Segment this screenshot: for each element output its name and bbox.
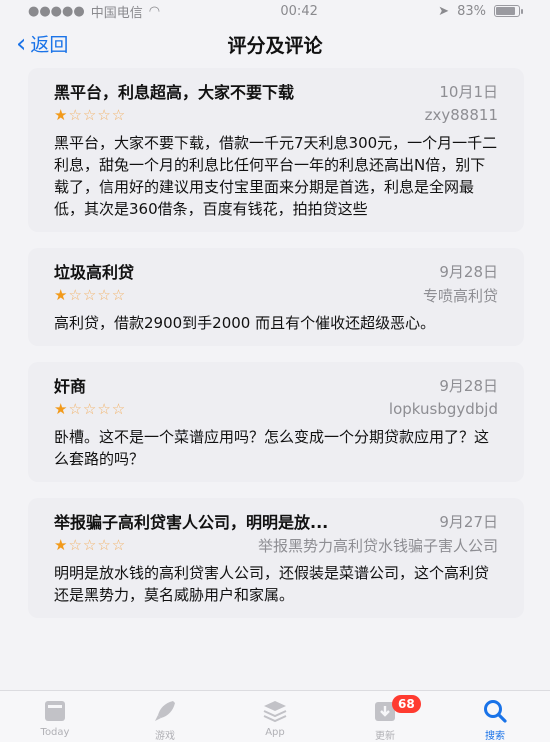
rocket-icon (155, 701, 175, 721)
review-date: 9月28日 (439, 262, 498, 281)
tab-updates[interactable]: 68 更新 (340, 695, 430, 742)
wifi-icon: ◠ (148, 3, 161, 19)
status-bar: ●●●●● 中国电信 ◠ 00:42 ➤ 83% (0, 0, 550, 22)
review-author: zxy88811 (424, 106, 498, 124)
star-filled-icon: ★ (54, 286, 69, 304)
review-date: 9月28日 (439, 376, 498, 395)
chevron-left-icon: ‹ (16, 28, 27, 59)
battery-percent: 83% (457, 3, 486, 19)
location-icon: ➤ (438, 3, 450, 19)
review-title: 奸商 (54, 377, 87, 396)
star-empty-icon: ☆☆☆☆ (68, 106, 127, 124)
star-empty-icon: ☆☆☆☆ (68, 536, 127, 554)
review-card[interactable]: 奸商 9月28日 ★☆☆☆☆ lopkusbgydbjd 卧槽。这不是一个菜谱应… (28, 362, 524, 482)
time-label: 00:42 (280, 3, 318, 19)
status-right: ➤ 83% (438, 3, 523, 19)
tab-label: Today (40, 727, 70, 738)
star-filled-icon: ★ (54, 400, 69, 418)
review-card[interactable]: 垃圾高利贷 9月28日 ★☆☆☆☆ 专喷高利贷 高利贷，借款2900到手2000… (28, 248, 524, 346)
review-title: 垃圾高利贷 (54, 263, 135, 282)
signal-icon: ●●●●● (28, 3, 85, 19)
nav-bar: ‹ 返回 评分及评论 (0, 22, 550, 66)
review-title: 黑平台，利息超高，大家不要下载 (54, 83, 295, 102)
review-card[interactable]: 黑平台，利息超高，大家不要下载 10月1日 ★☆☆☆☆ zxy88811 黑平台… (28, 68, 524, 232)
review-author: 专喷高利贷 (422, 286, 498, 305)
review-title: 举报骗子高利贷害人公司，明明是放... (54, 513, 329, 532)
star-empty-icon: ☆☆☆☆ (68, 286, 127, 304)
status-left: ●●●●● 中国电信 ◠ (28, 2, 160, 21)
review-body: 明明是放水钱的高利贷害人公司，还假装是菜谱公司，这个高利贷还是黑势力，莫名威胁用… (54, 564, 490, 604)
review-author: lopkusbgydbjd (388, 400, 498, 418)
page-title: 评分及评论 (227, 34, 323, 57)
star-rating: ★☆☆☆☆ (54, 286, 126, 304)
star-filled-icon: ★ (54, 536, 69, 554)
tab-label: 搜索 (485, 731, 505, 742)
review-list: 黑平台，利息超高，大家不要下载 10月1日 ★☆☆☆☆ zxy88811 黑平台… (28, 68, 524, 634)
tab-bar: Today 游戏 App 68 更新 搜索 (0, 690, 550, 742)
tab-label: App (265, 727, 285, 738)
back-button[interactable]: ‹ 返回 (16, 30, 68, 57)
star-rating: ★☆☆☆☆ (54, 536, 126, 554)
star-rating: ★☆☆☆☆ (54, 106, 126, 124)
star-empty-icon: ☆☆☆☆ (68, 400, 127, 418)
battery-icon (493, 5, 523, 17)
star-filled-icon: ★ (54, 106, 69, 124)
carrier-label: 中国电信 (90, 5, 143, 21)
updates-badge: 68 (392, 695, 421, 713)
tab-today[interactable]: Today (10, 697, 100, 738)
app-frame: ●●●●● 中国电信 ◠ 00:42 ➤ 83% ‹ 返回 评分及评论 黑平台，… (0, 0, 550, 742)
review-card[interactable]: 举报骗子高利贷害人公司，明明是放... 9月27日 ★☆☆☆☆ 举报黑势力高利贷… (28, 498, 524, 618)
review-author: 举报黑势力高利贷水钱骗子害人公司 (257, 536, 498, 555)
today-icon (45, 701, 65, 721)
search-icon (484, 700, 507, 723)
review-body: 卧槽。这不是一个菜谱应用吗？怎么变成一个分期贷款应用了？这么套路的吗？ (54, 428, 490, 468)
review-body: 黑平台，大家不要下载，借款一千元7天利息300元，一个月一千二利息，甜兔一个月的… (54, 134, 498, 218)
back-label: 返回 (30, 34, 69, 56)
tab-apps[interactable]: App (230, 697, 320, 738)
star-rating: ★☆☆☆☆ (54, 400, 126, 418)
review-date: 9月27日 (439, 512, 498, 531)
review-date: 10月1日 (439, 82, 498, 101)
tab-search[interactable]: 搜索 (450, 697, 540, 742)
layers-icon (263, 701, 287, 723)
tab-label: 更新 (375, 731, 395, 742)
review-body: 高利贷，借款2900到手2000 而且有个催收还超级恶心。 (54, 314, 436, 332)
tab-games[interactable]: 游戏 (120, 697, 210, 742)
tab-label: 游戏 (155, 731, 175, 742)
